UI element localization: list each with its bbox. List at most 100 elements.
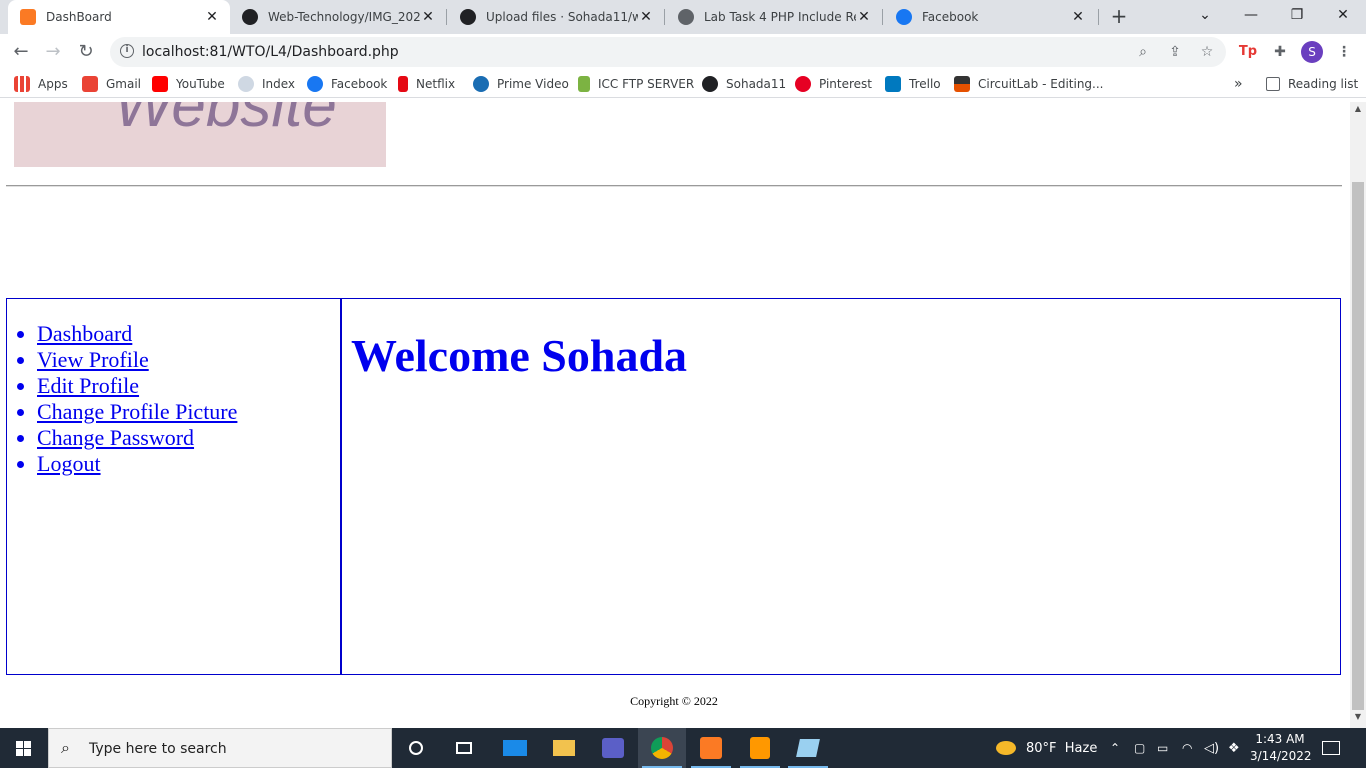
battery-icon[interactable]: ▭	[1157, 728, 1168, 768]
bookmark-circuitlab[interactable]: CircuitLab - Editing...	[954, 74, 1103, 94]
bookmark-icc-ftp[interactable]: ICC FTP SERVER	[578, 74, 694, 94]
notepad-icon[interactable]	[784, 728, 832, 768]
mail-icon[interactable]	[491, 728, 539, 768]
bookmark-facebook[interactable]: Facebook	[307, 74, 387, 94]
tab-strip: DashBoard ✕ Web-Technology/IMG_20201 ✕ U…	[0, 0, 1366, 34]
dashboard-frame: Dashboard View Profile Edit Profile Chan…	[6, 298, 1341, 675]
cortana-icon[interactable]	[392, 728, 440, 768]
profile-avatar[interactable]: S	[1301, 41, 1323, 63]
teams-icon[interactable]	[589, 728, 637, 768]
bookmark-sohada11[interactable]: Sohada11	[702, 74, 786, 94]
notifications-icon[interactable]	[1322, 728, 1340, 768]
tab-upload-files[interactable]: Upload files · Sohada11/web ✕	[448, 0, 664, 34]
close-icon[interactable]: ✕	[1070, 9, 1086, 25]
reading-list-label: Reading list	[1288, 77, 1359, 91]
nav-link-edit-profile[interactable]: Edit Profile	[37, 373, 139, 398]
tab-dashboard[interactable]: DashBoard ✕	[8, 0, 230, 34]
nav-item: View Profile	[37, 347, 237, 373]
extensions-puzzle-icon[interactable]: ✚	[1270, 42, 1290, 62]
tab-title: Web-Technology/IMG_20201	[268, 10, 420, 24]
reload-icon[interactable]: ↻	[73, 39, 99, 65]
nav-link-dashboard[interactable]: Dashboard	[37, 321, 132, 346]
reading-list-icon	[1266, 77, 1280, 91]
tab-facebook[interactable]: Facebook ✕	[884, 0, 1096, 34]
weather-widget[interactable]: 80°F Haze	[996, 728, 1097, 768]
file-explorer-icon[interactable]	[540, 728, 588, 768]
chrome-icon[interactable]	[638, 728, 686, 768]
prime-video-icon	[473, 76, 489, 92]
github-icon	[460, 9, 476, 25]
tab-search-button[interactable]: ⌄	[1182, 0, 1228, 32]
close-icon[interactable]: ✕	[420, 9, 436, 25]
bookmark-youtube[interactable]: YouTube	[152, 74, 225, 94]
bookmark-prime-video[interactable]: Prime Video	[473, 74, 569, 94]
close-icon[interactable]: ✕	[638, 9, 654, 25]
start-button[interactable]	[0, 728, 48, 768]
pinterest-icon	[795, 76, 811, 92]
back-icon[interactable]: ←	[8, 39, 34, 65]
close-icon[interactable]: ✕	[204, 9, 220, 25]
tab-github-img[interactable]: Web-Technology/IMG_20201 ✕	[230, 0, 446, 34]
dropbox-icon[interactable]: ❖	[1228, 728, 1240, 768]
extension-tp-icon[interactable]: Tp	[1238, 42, 1258, 62]
tab-separator	[446, 9, 447, 25]
page-viewport: Website Dashboard View Profile Edit Prof…	[0, 102, 1350, 728]
scroll-up-arrow-icon[interactable]: ▲	[1350, 104, 1366, 118]
close-icon[interactable]: ✕	[856, 9, 872, 25]
bookmark-index[interactable]: Index	[238, 74, 295, 94]
forward-icon[interactable]: →	[40, 39, 66, 65]
reading-list-button[interactable]: Reading list	[1266, 74, 1358, 94]
windows-logo-icon	[16, 741, 31, 756]
bookmark-trello[interactable]: Trello	[885, 74, 941, 94]
nav-link-logout[interactable]: Logout	[37, 451, 101, 476]
bookmark-label: Prime Video	[497, 77, 569, 91]
taskbar-clock[interactable]: 1:43 AM 3/14/2022	[1250, 731, 1312, 765]
bookmark-apps[interactable]: Apps	[14, 74, 68, 94]
volume-icon[interactable]: ◁)	[1204, 728, 1219, 768]
wifi-icon[interactable]: ◠	[1182, 728, 1192, 768]
bookmark-gmail[interactable]: Gmail	[82, 74, 141, 94]
clock-time: 1:43 AM	[1255, 732, 1305, 746]
more-bookmarks-button[interactable]: »	[1234, 74, 1243, 94]
ftp-icon	[578, 76, 590, 92]
weather-moon-icon	[996, 741, 1016, 755]
meet-now-icon[interactable]: ▢	[1134, 728, 1145, 768]
tab-lab-task[interactable]: Lab Task 4 PHP Include Requ ✕	[666, 0, 882, 34]
page-scrollbar[interactable]: ▲ ▼	[1350, 102, 1366, 728]
task-view-icon[interactable]	[440, 728, 488, 768]
close-window-button[interactable]: ✕	[1320, 0, 1366, 32]
share-icon[interactable]: ⇪	[1166, 43, 1184, 61]
scrollbar-thumb[interactable]	[1352, 182, 1364, 710]
bookmark-label: Index	[262, 77, 296, 91]
sublime-text-icon[interactable]	[736, 728, 784, 768]
nav-item: Dashboard	[37, 321, 237, 347]
menu-kebab-icon[interactable]: ⋮	[1334, 42, 1354, 62]
weather-text: 80°F Haze	[1026, 740, 1098, 756]
nav-link-view-profile[interactable]: View Profile	[37, 347, 149, 372]
tab-title: Upload files · Sohada11/web	[486, 10, 638, 24]
bookmark-label: Facebook	[331, 77, 388, 91]
site-info-icon[interactable]: i	[120, 44, 134, 58]
search-placeholder: Type here to search	[89, 741, 227, 757]
scroll-down-arrow-icon[interactable]: ▼	[1350, 712, 1366, 726]
apps-grid-icon	[14, 76, 30, 92]
show-hidden-icons-icon[interactable]: ⌃	[1110, 728, 1120, 768]
bookmark-pinterest[interactable]: Pinterest	[795, 74, 872, 94]
nav-link-change-profile-picture[interactable]: Change Profile Picture	[37, 399, 237, 424]
windows-taskbar: ⌕ Type here to search 80°F Haze ⌃ ▢ ▭ ◠ …	[0, 728, 1366, 768]
new-tab-button[interactable]: +	[1108, 6, 1130, 28]
url-text[interactable]: localhost:81/WTO/L4/Dashboard.php	[142, 44, 399, 60]
zoom-icon[interactable]: ⌕	[1134, 43, 1152, 61]
taskbar-search[interactable]: ⌕ Type here to search	[48, 728, 392, 768]
bookmark-netflix[interactable]: Netflix	[398, 74, 455, 94]
address-bar[interactable]: i localhost:81/WTO/L4/Dashboard.php ⌕ ⇪ …	[110, 37, 1226, 67]
github-icon	[702, 76, 718, 92]
nav-link-change-password[interactable]: Change Password	[37, 425, 194, 450]
bookmark-star-icon[interactable]: ☆	[1198, 43, 1216, 61]
facebook-icon	[896, 9, 912, 25]
xampp-icon[interactable]	[687, 728, 735, 768]
nav-item: Edit Profile	[37, 373, 237, 399]
netflix-icon	[398, 76, 408, 92]
minimize-button[interactable]: —	[1228, 0, 1274, 32]
restore-button[interactable]: ❐	[1274, 0, 1320, 32]
